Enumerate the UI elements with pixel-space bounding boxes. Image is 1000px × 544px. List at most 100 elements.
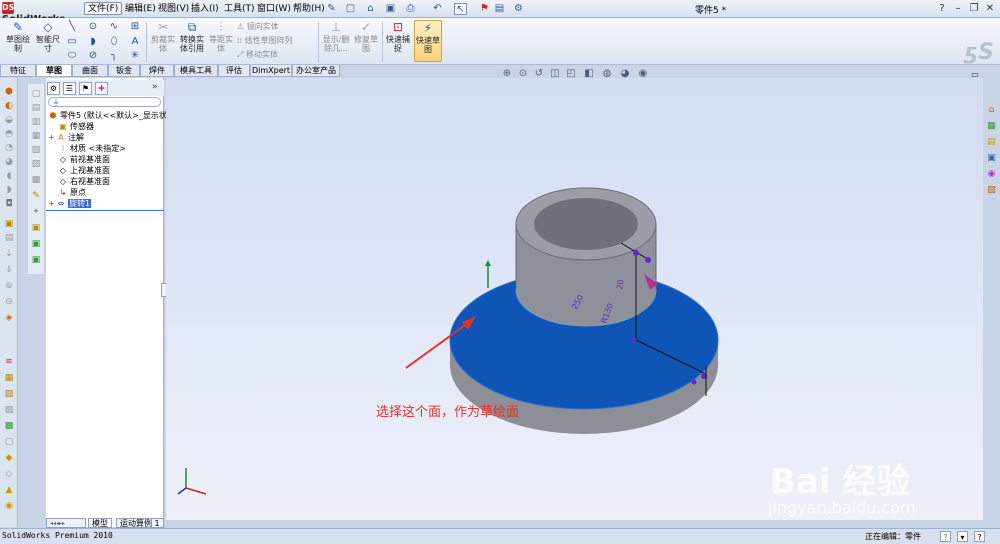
hole-icon[interactable]: ▣ xyxy=(3,218,15,230)
move-entities-button[interactable]: ⤢ 移动实体 xyxy=(237,49,278,60)
edit-appearance-icon[interactable]: ◕ xyxy=(618,67,632,81)
solidworks-resources-icon[interactable]: ⌂ xyxy=(985,104,998,117)
open-icon[interactable]: ⌂ xyxy=(364,3,377,15)
display-style-icon[interactable]: ◧ xyxy=(582,67,596,81)
tab-model[interactable]: 模型 xyxy=(88,518,112,528)
spline-tools-icon[interactable]: ▧ xyxy=(30,144,42,156)
shell-icon[interactable]: ◗ xyxy=(3,184,15,196)
tree-item-origin[interactable]: ↳ 原点 xyxy=(58,187,86,198)
tab-sheet-metal[interactable]: 钣金 xyxy=(108,65,140,77)
tab-motion-study[interactable]: 运动算例 1 xyxy=(116,518,164,528)
menu-help[interactable]: 帮助(H) xyxy=(290,3,328,16)
sketch-point[interactable] xyxy=(631,337,637,343)
convert-entities-button[interactable]: ⧉ 转换实 体引用 xyxy=(178,20,206,53)
dimension-tools-icon[interactable]: ▨ xyxy=(30,158,42,170)
expand-toggle[interactable]: + xyxy=(48,132,56,143)
circular-pattern-icon[interactable]: ⊚ xyxy=(3,280,15,292)
dim-label-d1[interactable]: 20 xyxy=(615,279,626,291)
select-icon[interactable]: ↖ xyxy=(454,3,467,15)
tab-features[interactable]: 特征 xyxy=(0,65,36,77)
tree-root[interactable]: ⬢ 零件5 (默认<<默认>_显示状态 xyxy=(48,110,175,121)
file-explorer-icon[interactable]: ▤ xyxy=(985,136,998,149)
mirror-button[interactable]: ⚠ 镜向实体 xyxy=(237,21,279,32)
extrude-icon[interactable]: ⬢ xyxy=(3,86,15,98)
tab-sketch[interactable]: 草图 xyxy=(36,65,72,77)
sketch-point[interactable] xyxy=(645,257,651,263)
dimxpert-tab-icon[interactable]: ✚ xyxy=(95,82,108,95)
sweep-icon[interactable]: ◒ xyxy=(3,114,15,126)
loft-icon[interactable]: ◓ xyxy=(3,128,15,140)
menu-file[interactable]: 文件(F) xyxy=(84,2,123,15)
zoom-area-icon[interactable]: ⊙ xyxy=(516,67,530,81)
minimize-icon[interactable]: – xyxy=(951,2,965,16)
save-icon[interactable]: ▣ xyxy=(384,3,397,15)
undo-icon[interactable]: ↶ xyxy=(431,3,444,15)
chamfer-icon[interactable]: ◕ xyxy=(3,156,15,168)
sketch-block-icon[interactable]: ▣ xyxy=(30,222,42,234)
sketch-ink-icon[interactable]: ▣ xyxy=(30,238,42,250)
previous-view-icon[interactable]: ↺ xyxy=(532,67,546,81)
property-manager-tab-icon[interactable]: ☰ xyxy=(63,82,76,95)
check-icon[interactable]: ▢ xyxy=(3,436,15,448)
configuration-manager-tab-icon[interactable]: ⚑ xyxy=(79,82,92,95)
zoom-to-fit-icon[interactable]: ⊕ xyxy=(500,67,514,81)
tab-scroll-arrows[interactable]: ◂◂◂▸▸ xyxy=(46,518,86,528)
decal-icon[interactable]: ▲ xyxy=(3,484,15,496)
dome-icon[interactable]: ▤ xyxy=(3,232,15,244)
rectangle-icon[interactable]: ▭ xyxy=(66,36,78,48)
text-icon[interactable]: A xyxy=(129,36,141,48)
tab-evaluate[interactable]: 评估 xyxy=(218,65,250,77)
rib-icon[interactable]: ◖ xyxy=(3,170,15,182)
render-icon[interactable]: ◉ xyxy=(3,500,15,512)
sketch-picture-icon[interactable]: ▦ xyxy=(30,130,42,142)
apply-scene-icon[interactable]: ◉ xyxy=(636,67,650,81)
menu-insert[interactable]: 插入(I) xyxy=(188,3,222,16)
menu-tools[interactable]: 工具(T) xyxy=(221,3,258,16)
section-icon[interactable]: ▩ xyxy=(3,420,15,432)
block-icon[interactable]: ▥ xyxy=(30,116,42,128)
ellipse-icon[interactable]: ⬯ xyxy=(108,36,120,48)
help-status-icon[interactable]: ? xyxy=(974,531,985,542)
custom-properties-icon[interactable]: ▧ xyxy=(985,184,998,197)
tree-item-revolve1[interactable]: + ⇎ 旋转1 xyxy=(48,198,92,209)
instant3d-icon[interactable]: ▦ xyxy=(3,372,15,384)
wrap-icon[interactable]: ⇣ xyxy=(3,248,15,260)
tree-item-annotations[interactable]: + A 注解 xyxy=(48,132,84,143)
trim-button[interactable]: ✂ 剪裁实 体 xyxy=(150,20,176,53)
sketch-3d-icon[interactable]: ✎ xyxy=(30,190,42,202)
tab-weldments[interactable]: 焊件 xyxy=(140,65,174,77)
revolve-tool-icon[interactable]: ◐ xyxy=(3,100,15,112)
line-icon[interactable]: ╲ xyxy=(66,21,78,33)
quick-snaps-button[interactable]: ⊡ 快速捕 捉 xyxy=(385,20,411,53)
menu-edit[interactable]: 编辑(E) xyxy=(122,3,159,16)
print-icon[interactable]: ⎙ xyxy=(404,3,417,15)
tab-surfaces[interactable]: 曲面 xyxy=(72,65,108,77)
circle-icon[interactable]: ⊙ xyxy=(87,21,99,33)
tree-item-right-plane[interactable]: ◇ 右视基准面 xyxy=(58,176,110,187)
tree-filter-input[interactable]: ⏚ xyxy=(48,97,161,107)
plane-sketch-icon[interactable]: ⊞ xyxy=(129,21,141,33)
view-orientation-icon[interactable]: ◰ xyxy=(564,67,578,81)
restore-icon[interactable]: ❐ xyxy=(967,2,981,16)
tab-dimxpert[interactable]: DimXpert xyxy=(250,65,292,77)
linear-pattern-button[interactable]: ⁞⁞ 线性草图阵列 xyxy=(237,35,293,46)
tree-item-top-plane[interactable]: ◇ 上视基准面 xyxy=(58,165,110,176)
section-view-icon[interactable]: ◫ xyxy=(548,67,562,81)
units-icon[interactable]: ▾ xyxy=(957,531,968,542)
rollback-bar[interactable] xyxy=(46,210,164,211)
layer-icon[interactable]: ▤ xyxy=(30,102,42,114)
smart-dimension-button[interactable]: ◇ 智能尺 寸 xyxy=(34,20,62,53)
pin-icon[interactable]: ✎ xyxy=(325,3,338,15)
close-icon[interactable]: ✕ xyxy=(983,2,997,16)
grid-icon[interactable]: ▢ xyxy=(30,88,42,100)
options-icon[interactable]: ⚙ xyxy=(512,3,525,15)
draft-icon[interactable]: ◘ xyxy=(3,198,15,210)
sketch-button[interactable]: ✎ 草图绘 制 xyxy=(4,20,32,53)
help-button[interactable]: ? xyxy=(935,2,949,16)
curves-icon[interactable]: ≋ xyxy=(3,356,15,368)
repair-sketch-button[interactable]: ✓ 修复草 图 xyxy=(353,20,379,53)
menu-view[interactable]: 视图(V) xyxy=(155,3,192,16)
menu-window[interactable]: 窗口(W) xyxy=(254,3,294,16)
sketch-plane-icon[interactable]: ✦ xyxy=(30,206,42,218)
polygon-icon[interactable]: ⊘ xyxy=(87,50,99,62)
